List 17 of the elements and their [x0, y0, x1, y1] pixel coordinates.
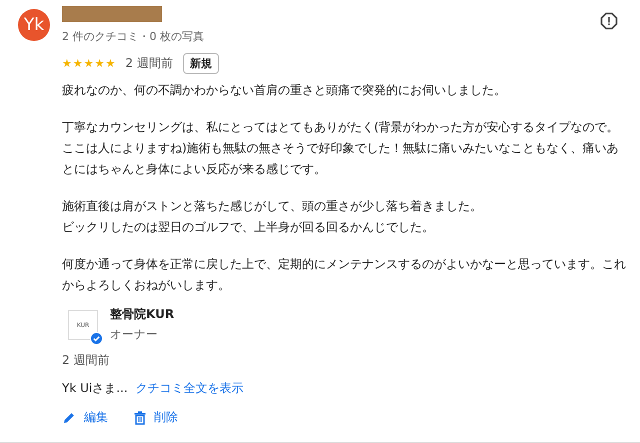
- star-rating: ★★★★★: [62, 58, 116, 69]
- author-stats: 2 件のクチコミ・0 枚の写真: [62, 29, 204, 44]
- delete-button[interactable]: 削除: [130, 405, 182, 430]
- review-text: 何度か通って身体を正常に戻した上で、定期的にメンテナンスするのがよいかなーと思っています。これからよろしくおねがいします。: [62, 256, 627, 294]
- owner-name: 整骨院KUR: [110, 306, 174, 323]
- new-badge: 新規: [182, 53, 219, 74]
- reply-time: 2 週間前: [62, 352, 110, 369]
- owner-role: オーナー: [110, 327, 159, 342]
- full-review-link[interactable]: クチコミ全文を表示: [136, 380, 244, 397]
- edit-button[interactable]: 編集: [58, 405, 112, 430]
- review-time: 2 週間前: [125, 55, 173, 72]
- reply-excerpt: Yk Uiさま...: [62, 380, 128, 397]
- review-text: ビックリしたのは翌日のゴルフで、上半身が回る回るかんじでした。: [62, 219, 435, 236]
- review-text: 施術直後は肩がストンと落ちた感じがして、頭の重さが少し落ち着きました。: [62, 198, 483, 215]
- review-text: 丁寧なカウンセリングは、私にとってはとてもありがたく(背景がわかった方が安心するタイプなので。ここは人によりますね)施術も無駄の無さそうで好印象でした！無駄に痛いみたいなこともなく、痛いあとにはちゃんと身体によい反応が来る感じです。: [62, 119, 620, 178]
- avatar: Yk: [18, 9, 50, 41]
- review-text: 疲れなのか、何の不調かわからない首肩の重さと頭痛で突発的にお伺いしました。: [62, 82, 507, 99]
